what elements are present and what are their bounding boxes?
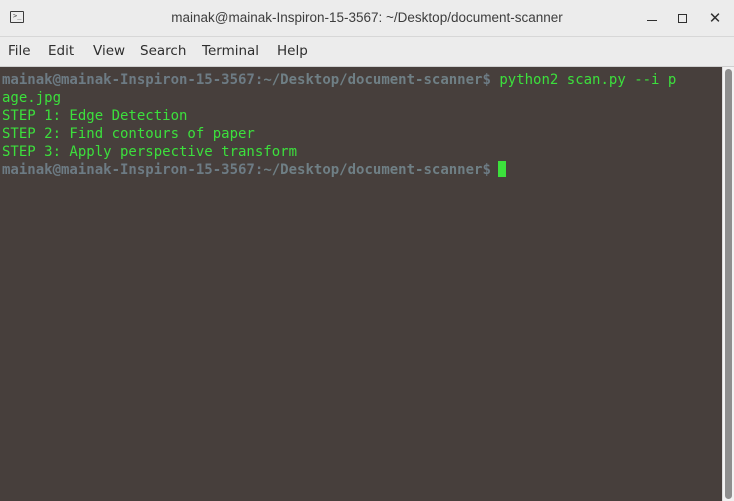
menu-edit[interactable]: Edit <box>48 43 74 59</box>
menu-view[interactable]: View <box>93 43 125 59</box>
prompt-path: ~/Desktop/document-scanner <box>263 72 483 88</box>
output-line: STEP 2: Find contours of paper <box>2 126 255 142</box>
terminal-window: >_ mainak@mainak-Inspiron-15-3567: ~/Des… <box>0 0 734 501</box>
menu-file[interactable]: File <box>8 43 31 59</box>
minimize-button[interactable] <box>642 8 662 28</box>
terminal-output-area[interactable]: mainak@mainak-Inspiron-15-3567:~/Desktop… <box>0 67 722 501</box>
maximize-button[interactable] <box>672 8 692 28</box>
window-title: mainak@mainak-Inspiron-15-3567: ~/Deskto… <box>171 10 563 25</box>
menu-terminal[interactable]: Terminal <box>202 43 259 59</box>
maximize-icon <box>677 13 687 23</box>
title-bar[interactable]: >_ mainak@mainak-Inspiron-15-3567: ~/Des… <box>0 0 734 37</box>
command-text: python2 scan.py --i p <box>490 72 677 88</box>
prompt-userhost: mainak@mainak-Inspiron-15-3567 <box>2 162 255 178</box>
output-line: STEP 3: Apply perspective transform <box>2 144 298 160</box>
current-prompt-line: mainak@mainak-Inspiron-15-3567:~/Desktop… <box>2 161 506 179</box>
prompt-path: ~/Desktop/document-scanner <box>263 162 483 178</box>
menu-search[interactable]: Search <box>140 43 186 59</box>
prompt-dollar: $ <box>482 162 491 178</box>
text-cursor <box>497 161 506 177</box>
command-line: mainak@mainak-Inspiron-15-3567:~/Desktop… <box>2 71 676 89</box>
command-continuation: age.jpg <box>2 90 62 106</box>
output-line: STEP 1: Edge Detection <box>2 108 188 124</box>
prompt-dollar: $ <box>482 72 491 88</box>
prompt-userhost: mainak@mainak-Inspiron-15-3567 <box>2 72 255 88</box>
menu-help[interactable]: Help <box>277 43 308 59</box>
vertical-scrollbar[interactable] <box>722 67 734 501</box>
menu-bar: File Edit View Search Terminal Help <box>0 37 734 67</box>
close-button[interactable]: ✕ <box>705 8 725 28</box>
minimize-icon <box>647 19 657 22</box>
close-icon: ✕ <box>708 9 722 27</box>
scrollbar-thumb[interactable] <box>725 69 732 499</box>
